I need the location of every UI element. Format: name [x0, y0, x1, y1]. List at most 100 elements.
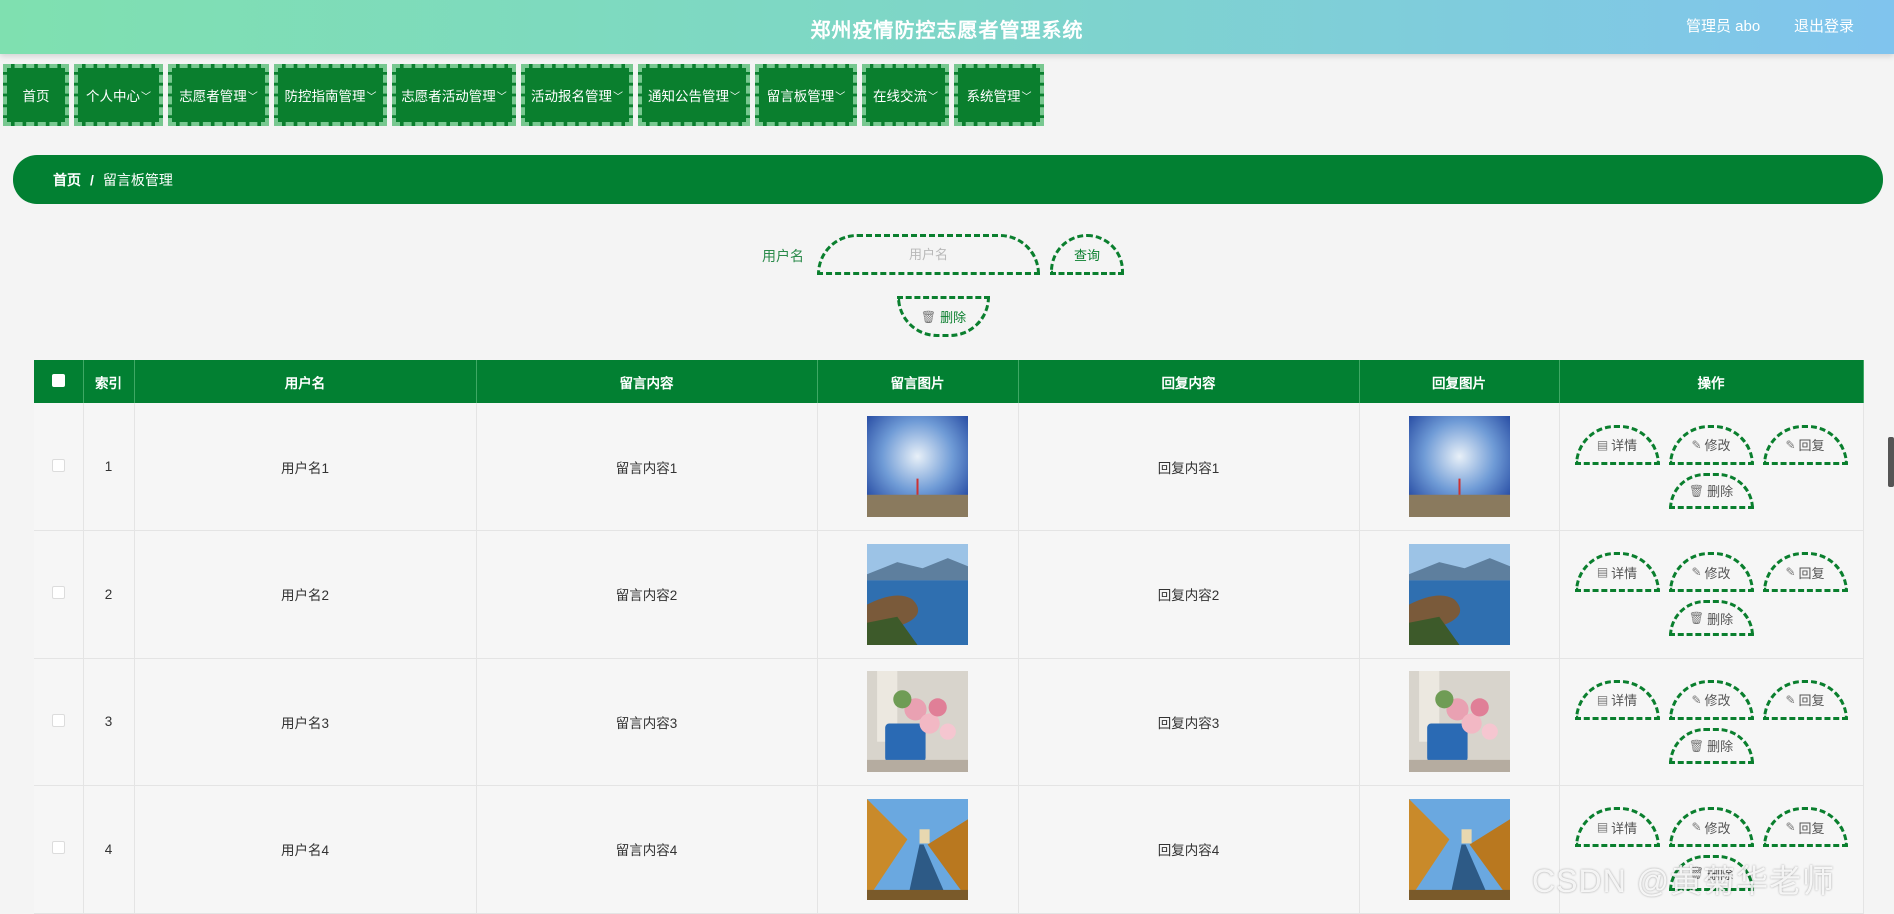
detail-label: 详情 — [1611, 693, 1638, 709]
detail-button[interactable]: ▤ 详情 — [1574, 807, 1660, 848]
col-content: 留言内容 — [476, 360, 818, 403]
edit-button[interactable]: ✎ 修改 — [1668, 807, 1754, 848]
search-label: 用户名 — [762, 248, 804, 264]
detail-button[interactable]: ▤ 详情 — [1574, 424, 1660, 465]
col-reply-image: 回复图片 — [1359, 360, 1560, 403]
pencil-icon: ✎ — [1691, 820, 1702, 835]
trash-icon: 🗑 — [1688, 483, 1705, 498]
nav-item-messageboard[interactable]: 留言板管理 ﹀ — [755, 64, 857, 126]
detail-button[interactable]: ▤ 详情 — [1574, 552, 1660, 593]
document-icon: ▤ — [1596, 820, 1609, 835]
detail-label: 详情 — [1611, 565, 1638, 581]
row-reply: 回复内容3 — [1018, 658, 1360, 786]
message-image[interactable] — [867, 416, 968, 517]
row-checkbox[interactable] — [51, 841, 65, 855]
nav-label: 志愿者管理 — [179, 89, 247, 104]
row-content: 留言内容3 — [476, 658, 818, 786]
row-index: 3 — [83, 658, 135, 786]
username-search-input[interactable] — [817, 234, 1040, 275]
query-button[interactable]: 查询 — [1050, 234, 1124, 275]
nav-item-signup[interactable]: 活动报名管理 ﹀ — [521, 64, 633, 126]
nav-item-system[interactable]: 系统管理 ﹀ — [954, 64, 1044, 126]
edit-label: 修改 — [1704, 693, 1731, 709]
row-reply-image-cell — [1359, 530, 1560, 659]
chevron-down-icon: ﹀ — [730, 91, 740, 103]
breadcrumb: 首页 / 留言板管理 — [13, 155, 1883, 204]
edit-button[interactable]: ✎ 修改 — [1668, 552, 1754, 593]
row-username: 用户名4 — [134, 785, 477, 914]
watermark: CSDN @黄菊华老师 — [1532, 863, 1836, 899]
row-index: 4 — [83, 785, 135, 914]
nav-label: 通知公告管理 — [648, 89, 729, 104]
reply-button[interactable]: ✎ 回复 — [1762, 679, 1848, 720]
nav-item-home[interactable]: 首页 — [3, 64, 69, 126]
top-nav: 首页 个人中心 ﹀ 志愿者管理 ﹀ 防控指南管理 ﹀ 志愿者活动管理 ﹀ 活动报名管理 ﹀… — [3, 64, 1044, 126]
breadcrumb-separator: / — [90, 171, 94, 188]
nav-label: 个人中心 — [86, 89, 140, 104]
chevron-down-icon: ﹀ — [613, 91, 623, 103]
reply-image[interactable] — [1408, 671, 1510, 773]
table-row: 2 用户名2 留言内容2 回复内容2 ▤ 详情 ✎ 修改 ✎ 回复 🗑 删除 — [34, 530, 1864, 659]
row-index: 1 — [83, 403, 135, 531]
nav-item-guide[interactable]: 防控指南管理 ﹀ — [274, 64, 387, 126]
delete-button[interactable]: 🗑 删除 — [1668, 727, 1754, 764]
row-checkbox[interactable] — [51, 713, 65, 727]
scrollbar-thumb[interactable] — [1888, 437, 1894, 487]
pencil-icon: ✎ — [1785, 565, 1796, 580]
breadcrumb-home[interactable]: 首页 — [53, 170, 81, 190]
delete-label: 删除 — [1707, 739, 1734, 755]
message-table: 索引 用户名 留言内容 留言图片 回复内容 回复图片 操作 1 用户名1 留言内… — [34, 360, 1864, 914]
delete-button[interactable]: 🗑 删除 — [1668, 600, 1754, 637]
row-checkbox[interactable] — [51, 586, 65, 600]
app-header: 郑州疫情防控志愿者管理系统 管理员 abo 退出登录 — [0, 0, 1894, 54]
nav-item-volunteers[interactable]: 志愿者管理 ﹀ — [168, 64, 269, 126]
app-title: 郑州疫情防控志愿者管理系统 — [810, 20, 1084, 42]
row-checkbox[interactable] — [51, 458, 65, 472]
batch-delete-button[interactable]: 🗑 删除 — [897, 296, 990, 337]
chevron-down-icon: ﹀ — [247, 91, 258, 103]
message-image[interactable] — [867, 798, 968, 900]
delete-button[interactable]: 🗑 删除 — [1668, 472, 1754, 509]
logout-link[interactable]: 退出登录 — [1794, 15, 1854, 36]
chevron-down-icon: ﹀ — [496, 91, 507, 103]
row-content: 留言内容1 — [476, 403, 818, 531]
pencil-icon: ✎ — [1691, 565, 1702, 580]
detail-button[interactable]: ▤ 详情 — [1574, 679, 1660, 720]
nav-item-activities[interactable]: 志愿者活动管理 ﹀ — [392, 64, 516, 126]
nav-item-profile[interactable]: 个人中心 ﹀ — [74, 64, 163, 126]
chevron-down-icon: ﹀ — [835, 91, 846, 103]
pencil-icon: ✎ — [1785, 692, 1796, 707]
edit-button[interactable]: ✎ 修改 — [1668, 424, 1754, 465]
pencil-icon: ✎ — [1785, 820, 1796, 835]
message-image[interactable] — [867, 543, 968, 645]
reply-button[interactable]: ✎ 回复 — [1762, 807, 1848, 848]
trash-icon: 🗑 — [920, 309, 937, 324]
reply-image[interactable] — [1408, 543, 1510, 645]
reply-button[interactable]: ✎ 回复 — [1762, 424, 1848, 465]
row-image-cell — [817, 530, 1019, 659]
col-image: 留言图片 — [817, 360, 1019, 403]
reply-image[interactable] — [1408, 798, 1510, 900]
nav-item-chat[interactable]: 在线交流 ﹀ — [862, 64, 949, 126]
row-select-cell — [34, 403, 84, 531]
row-reply-image-cell — [1359, 785, 1560, 914]
reply-button[interactable]: ✎ 回复 — [1762, 552, 1848, 593]
select-all-checkbox[interactable] — [51, 373, 65, 387]
detail-label: 详情 — [1611, 820, 1638, 836]
document-icon: ▤ — [1596, 692, 1609, 707]
nav-label: 活动报名管理 — [531, 89, 612, 104]
row-reply-image-cell — [1359, 403, 1560, 531]
admin-name: 管理员 abo — [1686, 18, 1761, 35]
reply-label: 回复 — [1798, 565, 1825, 581]
row-content: 留言内容4 — [476, 785, 818, 914]
edit-button[interactable]: ✎ 修改 — [1668, 679, 1754, 720]
col-username: 用户名 — [134, 360, 477, 403]
reply-image[interactable] — [1408, 416, 1510, 517]
nav-item-notices[interactable]: 通知公告管理 ﹀ — [638, 64, 750, 126]
delete-label: 删除 — [1707, 611, 1734, 627]
breadcrumb-current: 留言板管理 — [102, 171, 173, 188]
row-content: 留言内容2 — [476, 530, 818, 659]
row-actions: ▤ 详情 ✎ 修改 ✎ 回复 🗑 删除 — [1559, 658, 1864, 786]
reply-label: 回复 — [1798, 438, 1825, 453]
message-image[interactable] — [867, 671, 968, 773]
